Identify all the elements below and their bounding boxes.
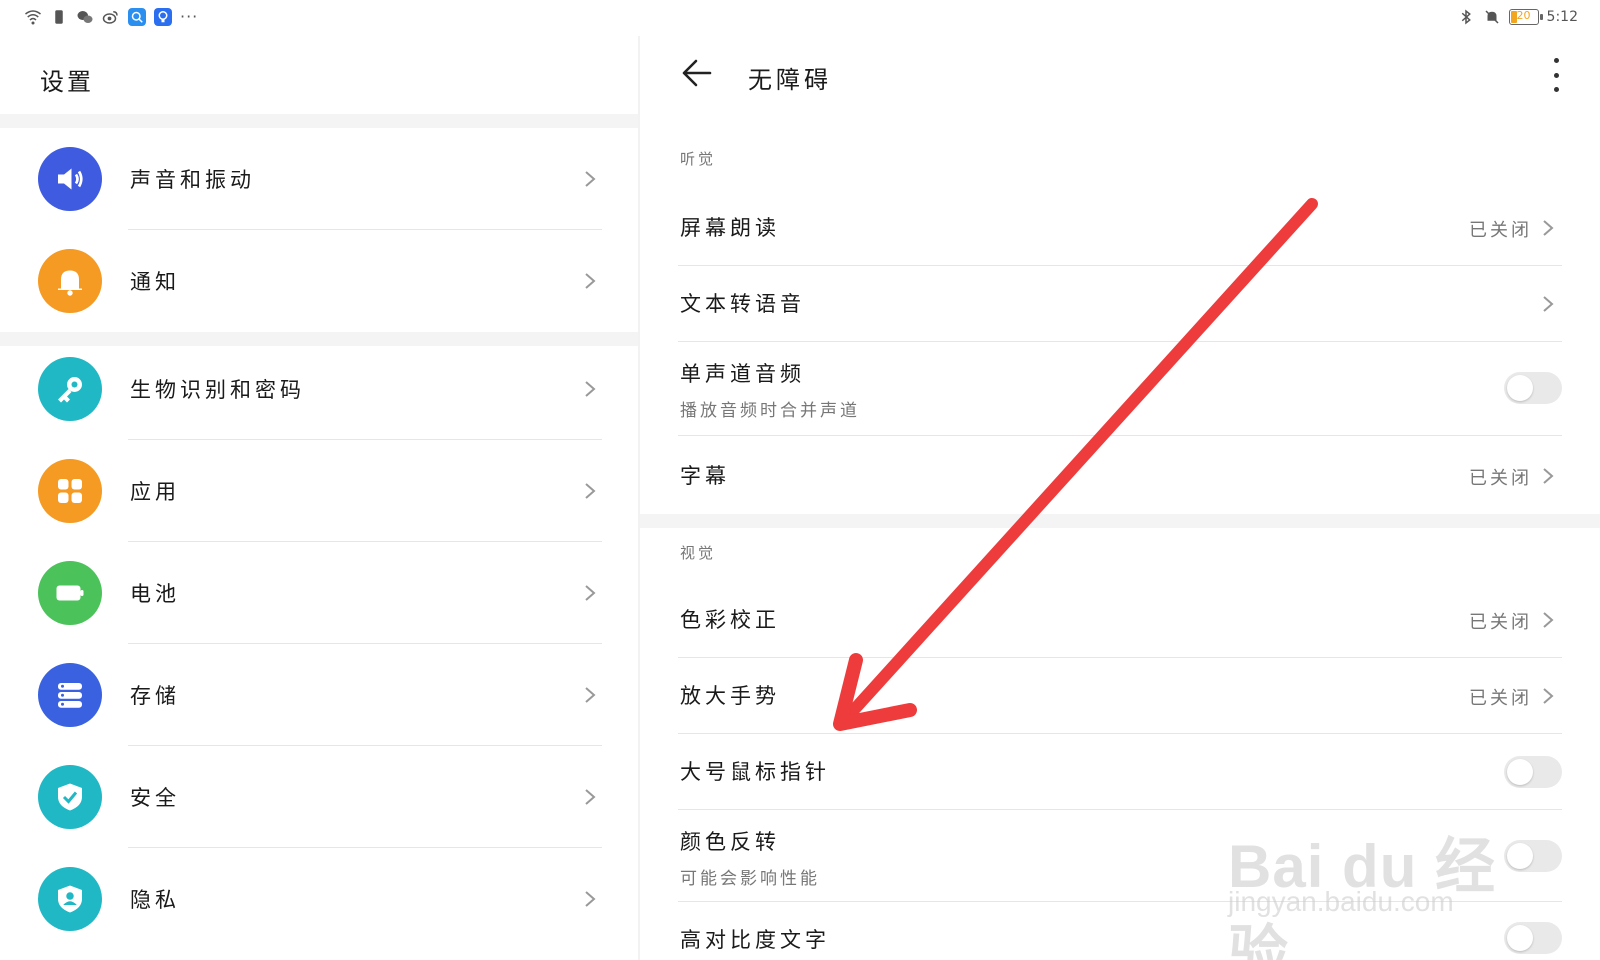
setting-captions[interactable]: 字幕 已关闭 xyxy=(640,436,1600,514)
setting-mono-audio: 单声道音频 播放音频时合并声道 xyxy=(640,342,1600,436)
settings-item-label: 应用 xyxy=(130,480,180,504)
group-divider xyxy=(640,514,1600,528)
hearing-list: 屏幕朗读 已关闭 文本转语音 单声道音频 播放音频时合并声道 字幕 已关闭 xyxy=(640,190,1600,514)
chevron-right-icon xyxy=(585,381,596,397)
wechat-icon xyxy=(76,8,94,26)
status-bar-left: ··· xyxy=(24,8,198,26)
high-contrast-text-toggle[interactable] xyxy=(1504,922,1562,954)
setting-magnification-gestures[interactable]: 放大手势 已关闭 xyxy=(640,658,1600,734)
bell-icon xyxy=(38,249,102,313)
chevron-right-icon xyxy=(585,891,596,907)
settings-item-storage[interactable]: 存储 xyxy=(0,644,638,746)
color-inversion-toggle[interactable] xyxy=(1504,840,1562,872)
settings-item-biometrics[interactable]: 生物识别和密码 xyxy=(0,338,638,440)
key-icon xyxy=(38,357,102,421)
battery-icon: 20 xyxy=(1508,9,1543,25)
large-pointer-toggle[interactable] xyxy=(1504,756,1562,788)
chevron-right-icon xyxy=(1543,220,1554,236)
settings-group-1: 声音和振动 通知 xyxy=(0,128,638,332)
setting-color-inversion: 颜色反转 可能会影响性能 xyxy=(640,810,1600,902)
setting-status: 已关闭 xyxy=(1469,688,1532,709)
setting-high-contrast-text: 高对比度文字 xyxy=(640,902,1600,960)
status-bar-right: 20 5:12 xyxy=(1457,8,1578,26)
back-arrow-icon[interactable] xyxy=(680,56,714,90)
settings-item-notifications[interactable]: 通知 xyxy=(0,230,638,332)
vision-list: 色彩校正 已关闭 放大手势 已关闭 大号鼠标指针 颜色反转 可能会影响性能 高对… xyxy=(640,582,1600,960)
chevron-right-icon xyxy=(1543,296,1554,312)
battery-icon xyxy=(38,561,102,625)
page-title: 设置 xyxy=(40,68,94,96)
mute-bell-icon xyxy=(1483,8,1501,26)
chevron-right-icon xyxy=(585,789,596,805)
accessibility-pane: 无障碍 听觉 屏幕朗读 已关闭 文本转语音 单声道音频 播放音频时合并声道 字幕… xyxy=(640,36,1600,960)
section-header-hearing: 听觉 xyxy=(680,150,717,168)
page-title: 无障碍 xyxy=(748,66,832,94)
battery-level: 20 xyxy=(1516,9,1531,22)
sim-icon xyxy=(50,8,68,26)
setting-title: 高对比度文字 xyxy=(680,928,830,952)
tips-app-icon xyxy=(154,8,172,26)
speaker-icon xyxy=(38,147,102,211)
group-divider xyxy=(0,114,638,128)
settings-item-apps[interactable]: 应用 xyxy=(0,440,638,542)
settings-pane: 设置 声音和振动 通知 生物识别和密码 应用 电池 存储 安全 隐私 xyxy=(0,36,638,960)
settings-item-label: 声音和振动 xyxy=(130,168,255,192)
settings-item-battery[interactable]: 电池 xyxy=(0,542,638,644)
setting-title: 单声道音频 xyxy=(680,362,805,386)
chevron-right-icon xyxy=(585,483,596,499)
chevron-right-icon xyxy=(1543,612,1554,628)
setting-title: 放大手势 xyxy=(680,684,780,708)
settings-item-sound[interactable]: 声音和振动 xyxy=(0,128,638,230)
chevron-right-icon xyxy=(585,273,596,289)
settings-item-label: 电池 xyxy=(130,582,180,606)
settings-group-2: 生物识别和密码 应用 电池 存储 安全 隐私 xyxy=(0,338,638,950)
more-notifications: ··· xyxy=(180,7,199,26)
apps-grid-icon xyxy=(38,459,102,523)
mono-audio-toggle[interactable] xyxy=(1504,372,1562,404)
settings-item-label: 通知 xyxy=(130,270,180,294)
setting-title: 颜色反转 xyxy=(680,830,780,854)
chevron-right-icon xyxy=(585,585,596,601)
status-bar: ··· 20 5:12 xyxy=(0,0,1600,36)
setting-title: 文本转语音 xyxy=(680,292,805,316)
setting-status: 已关闭 xyxy=(1469,468,1532,489)
settings-item-label: 隐私 xyxy=(130,888,180,912)
weibo-icon xyxy=(102,8,120,26)
setting-text-to-speech[interactable]: 文本转语音 xyxy=(640,266,1600,342)
settings-item-label: 生物识别和密码 xyxy=(130,378,305,402)
setting-title: 屏幕朗读 xyxy=(680,216,780,240)
settings-item-security[interactable]: 安全 xyxy=(0,746,638,848)
setting-status: 已关闭 xyxy=(1469,612,1532,633)
bluetooth-icon xyxy=(1457,8,1475,26)
settings-item-label: 存储 xyxy=(130,684,180,708)
chevron-right-icon xyxy=(1543,468,1554,484)
chevron-right-icon xyxy=(585,171,596,187)
section-header-vision: 视觉 xyxy=(680,544,717,562)
storage-icon xyxy=(38,663,102,727)
setting-subtitle: 播放音频时合并声道 xyxy=(680,401,860,421)
chevron-right-icon xyxy=(585,687,596,703)
setting-screen-reader[interactable]: 屏幕朗读 已关闭 xyxy=(640,190,1600,266)
status-time: 5:12 xyxy=(1546,9,1578,25)
setting-status: 已关闭 xyxy=(1469,220,1532,241)
shield-check-icon xyxy=(38,765,102,829)
settings-item-label: 安全 xyxy=(130,786,180,810)
wifi-icon xyxy=(24,8,42,26)
setting-subtitle: 可能会影响性能 xyxy=(680,869,820,889)
setting-title: 字幕 xyxy=(680,464,730,488)
privacy-icon xyxy=(38,867,102,931)
more-options-icon[interactable] xyxy=(1552,58,1560,92)
settings-item-privacy[interactable]: 隐私 xyxy=(0,848,638,950)
setting-title: 大号鼠标指针 xyxy=(680,760,830,784)
setting-large-pointer: 大号鼠标指针 xyxy=(640,734,1600,810)
setting-color-correction[interactable]: 色彩校正 已关闭 xyxy=(640,582,1600,658)
search-app-icon xyxy=(128,8,146,26)
setting-title: 色彩校正 xyxy=(680,608,780,632)
chevron-right-icon xyxy=(1543,688,1554,704)
